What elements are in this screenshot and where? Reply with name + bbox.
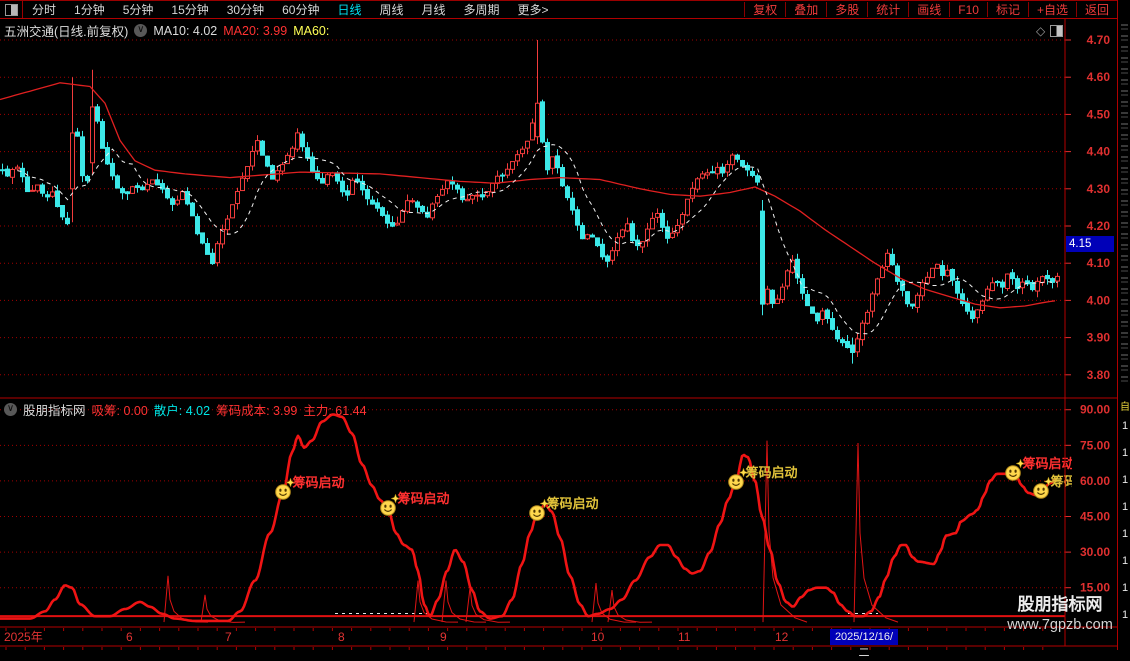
indicator-source: 股朋指标网 [23,404,86,418]
chevron-down-icon[interactable]: ∨ [134,24,148,37]
smiley-face-icon [728,474,744,490]
smiley-face-icon [529,505,545,521]
price-gridlines [0,39,1065,376]
chouma-cost-value: 筹码成本: 3.99 [216,404,298,418]
month-label: 12 [775,630,789,644]
trading-app-window: { "toolbar": { "left_items": [ {"label":… [0,0,1130,659]
price-axis-label: 4.70 [1087,33,1111,47]
smiley-face-icon [1005,465,1021,481]
ma20-label: MA20: 3.99 [223,23,288,38]
indicator-axis-label: 75.00 [1080,438,1110,452]
price-axis-label: 4.00 [1087,293,1111,307]
indicator-axis-label: 60.00 [1080,474,1110,488]
price-axis-label: 4.10 [1087,256,1111,270]
right-panel-values: 11111111 [1122,420,1129,621]
month-label: 10 [591,630,605,644]
month-label: 7 [225,630,232,644]
main-chart-header: 五洲交通(日线.前复权) ∨ MA10: 4.02 MA20: 3.99 MA6… [4,21,329,40]
signal-label: 筹码启动 [547,496,599,511]
chart-canvas: 4.70 4.60 4.50 4.40 4.30 4.20 4.10 4.00 3.90 3.80… [0,19,1117,650]
smiley-face-icon [380,500,396,516]
watermark-url: www.7gpzb.com [1007,617,1113,633]
right-panel-handle[interactable]: 自 11111111 [1117,0,1130,650]
candles-layer [0,40,1060,364]
current-date-badge: 2025/12/16/二 [830,629,898,659]
ma10-label: MA10: 4.02 [153,23,218,38]
signal-label: 筹码启动 [1023,456,1075,471]
price-axis-label: 3.80 [1087,368,1111,382]
sanhu-value: 散户: 4.02 [153,404,211,418]
right-panel-pattern [1121,24,1128,386]
smiley-face-icon [275,484,291,500]
signal-label: 筹码启动 [398,491,450,506]
watermark-name: 股朋指标网 [1017,595,1103,614]
ma60-label: MA60: [293,23,330,38]
indicator-axis-label: 30.00 [1080,545,1110,559]
month-label: 9 [440,630,447,644]
chevron-down-icon[interactable]: ∨ [4,403,17,416]
stock-title: 五洲交通(日线.前复权) [4,25,129,39]
price-axis-label: 4.20 [1087,219,1111,233]
zhuli-value: 主力: 61.44 [303,404,367,418]
signal-markers: 筹码启动筹码启动 筹码启动筹码启动筹码启动筹码启动 [275,456,1075,521]
indicator-axis-label: 90.00 [1080,403,1110,417]
right-panel-label: 自 [1120,402,1130,413]
price-axis-label: 4.50 [1087,107,1111,121]
indicator-axis-label: 45.00 [1080,510,1110,524]
year-label: 2025年 [4,630,43,644]
chart-window-controls: ◇ [1036,25,1064,37]
signal-label: 筹码启动 [746,465,798,480]
price-axis-label: 4.60 [1087,70,1111,84]
signal-label: 筹码启动 [293,475,345,490]
diamond-icon[interactable]: ◇ [1036,25,1045,37]
price-axis-label: 3.90 [1087,331,1111,345]
month-label: 6 [126,630,133,644]
split-pane-icon[interactable] [1050,25,1064,37]
month-label: 11 [678,630,691,644]
month-label: 8 [338,630,345,644]
signal-marker: 筹码启动 [380,491,450,516]
indicator-header: ∨ 股朋指标网 吸筹: 0.00 散户: 4.02 筹码成本: 3.99 主力:… [4,400,367,419]
price-axis-label: 4.40 [1087,145,1111,159]
current-price-badge: 4.15 [1066,236,1114,252]
indicator-axis-label: 15.00 [1080,581,1110,595]
xichou-value: 吸筹: 0.00 [91,404,148,418]
smiley-face-icon [1033,483,1049,499]
price-axis-label: 4.30 [1087,182,1111,196]
site-watermark: 股朋指标网 www.7gpzb.com [994,594,1126,635]
